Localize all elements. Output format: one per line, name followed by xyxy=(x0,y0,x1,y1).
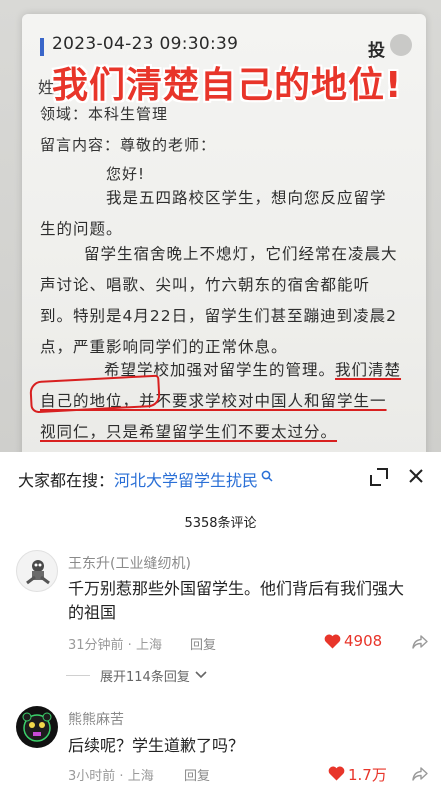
heart-icon[interactable] xyxy=(328,766,345,781)
avatar[interactable] xyxy=(16,550,58,592)
share-icon[interactable] xyxy=(412,635,428,649)
search-term-link[interactable]: 河北大学留学生扰民 xyxy=(114,467,258,491)
robot-avatar-icon xyxy=(26,560,50,585)
comment-text: 千万别惹那些外国留学生。他们背后有我们强大的祖国 xyxy=(68,579,405,622)
close-icon[interactable] xyxy=(408,468,424,484)
comment-meta: 3小时前 · 上海 xyxy=(68,769,154,784)
message-timestamp: 2023-04-23 09:30:39 xyxy=(52,34,239,54)
reply-button[interactable]: 回复 xyxy=(190,634,216,653)
like-count: 4908 xyxy=(344,632,383,650)
comment-time: 3小时前 xyxy=(68,769,116,784)
comment-meta: 31分钟前 · 上海 xyxy=(68,638,162,653)
like-count: 1.7万 xyxy=(348,766,387,784)
comment-location: 上海 xyxy=(135,638,162,653)
comment-location: 上海 xyxy=(127,769,154,784)
blur-icon xyxy=(390,34,412,56)
expand-replies-button[interactable]: 展开114条回复 xyxy=(100,666,190,685)
comment-text: 后续呢？学生道歉了吗？ xyxy=(68,736,245,755)
accent-bar xyxy=(40,38,44,56)
heart-icon[interactable] xyxy=(324,634,341,649)
paragraph-2: 留学生宿舍晚上不熄灯，它们经常在凌晨大声讨论、唱歌、尖叫，竹六朝东的宿舍都能听到… xyxy=(40,245,398,356)
bear-avatar-icon xyxy=(22,712,52,742)
comment-time: 31分钟前 xyxy=(68,638,124,653)
red-circle-annotation xyxy=(29,374,161,414)
replies-divider xyxy=(66,675,90,676)
search-prefix: 大家都在搜： xyxy=(18,471,115,490)
reply-button[interactable]: 回复 xyxy=(184,765,210,784)
comment-username[interactable]: 熊熊麻苦 xyxy=(68,709,124,729)
comment-username[interactable]: 王东升(工业缝纫机) xyxy=(68,553,191,573)
fullscreen-icon[interactable] xyxy=(370,468,388,486)
chevron-down-icon[interactable] xyxy=(195,670,207,680)
content-label: 留言内容：尊敬的老师： xyxy=(40,136,217,154)
paragraph-1: 我是五四路校区学生，想向您反应留学生的问题。 xyxy=(40,189,387,238)
comment-count: 5358条评论 xyxy=(184,516,257,531)
post-image[interactable]: 2023-04-23 09:30:39 投 姓 领域：本科生管理 留言内容：尊敬… xyxy=(0,0,441,452)
share-icon[interactable] xyxy=(412,767,428,781)
greeting: 您好! xyxy=(106,165,146,183)
screen: 2023-04-23 09:30:39 投 姓 领域：本科生管理 留言内容：尊敬… xyxy=(0,0,441,790)
overlay-title: 我们清楚自己的地位! xyxy=(52,65,403,106)
search-icon xyxy=(261,470,273,482)
avatar[interactable] xyxy=(16,706,58,748)
